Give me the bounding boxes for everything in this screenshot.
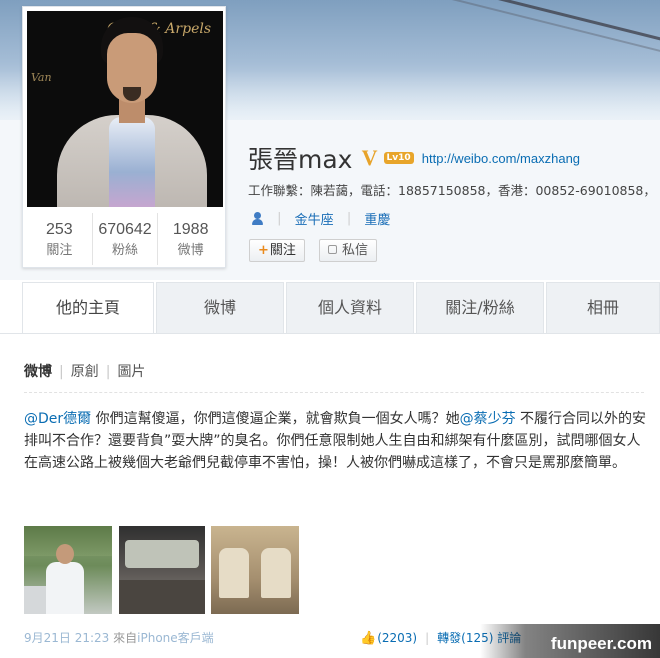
like-count: (2203): [377, 631, 418, 645]
avatar-sign-left: Van: [31, 71, 52, 84]
stats-bar: 253 關注 670642 粉絲 1988 微博: [27, 213, 223, 265]
stat-posts[interactable]: 1988 微博: [157, 213, 223, 265]
feed-content: 微博 | 原創 | 圖片 @Der德爾 你們這幫傻逼，你們這傻逼企業，就會欺負一個女人嗎…: [0, 333, 660, 658]
filter-divider-line: [24, 392, 644, 393]
source-link[interactable]: iPhone客戶端: [137, 631, 214, 645]
photo-person-body: [46, 562, 84, 614]
filter-divider: |: [59, 364, 64, 380]
level-badge[interactable]: Lv10: [383, 152, 414, 164]
filter-divider: |: [105, 364, 111, 380]
page: Cleef & Arpels Van 253 關注 670642 粉絲 1988…: [0, 0, 660, 658]
avatar-shirt: [109, 117, 155, 207]
message-button[interactable]: 私信: [319, 239, 378, 262]
photo-dashboard: [119, 580, 205, 614]
profile-name-row: 張晉max V Lv10 http://weibo.com/maxzhang: [248, 140, 580, 176]
filter-original[interactable]: 原創: [71, 364, 99, 380]
post-photo-1[interactable]: [24, 526, 112, 614]
stat-label: 微博: [177, 243, 204, 258]
banner-streak: [349, 0, 660, 65]
user-name: 張晉max: [248, 145, 353, 174]
person-icon: [251, 211, 264, 226]
profile-card: Cleef & Arpels Van 253 關注 670642 粉絲 1988…: [22, 6, 226, 268]
source-prefix: 來自: [113, 631, 138, 645]
mention-link[interactable]: @Der德爾: [24, 411, 91, 427]
stat-value: 670642: [98, 221, 152, 238]
stat-followers[interactable]: 670642 粉絲: [91, 213, 158, 265]
tab-follows[interactable]: 關注/粉絲: [416, 282, 544, 334]
message-icon: [328, 245, 337, 254]
filter-images[interactable]: 圖片: [117, 364, 145, 380]
post-text-part: 你們這幫傻逼，你們這傻逼企業，就會欺負一個女人嗎？她: [91, 411, 460, 427]
like-button[interactable]: 👍(2203): [360, 631, 418, 646]
post-timestamp[interactable]: 9月21日 21:23: [24, 631, 109, 645]
photo-person-head: [56, 544, 74, 564]
stat-following[interactable]: 253 關注: [27, 213, 92, 265]
profile-url-link[interactable]: http://weibo.com/maxzhang: [422, 151, 580, 166]
stat-value: 1988: [172, 221, 209, 238]
verified-icon[interactable]: V: [362, 145, 378, 171]
stat-label: 關注: [46, 243, 73, 258]
follow-button[interactable]: +關注: [249, 239, 305, 262]
avatar[interactable]: Cleef & Arpels Van: [27, 11, 223, 207]
tag-zodiac[interactable]: 金牛座: [295, 213, 334, 228]
profile-tags: | 金牛座 | 重慶: [248, 209, 390, 229]
tab-profile[interactable]: 個人資料: [286, 282, 414, 334]
tag-divider: |: [346, 211, 352, 226]
mention-link[interactable]: @蔡少芬: [460, 411, 516, 427]
watermark-text: funpeer.com: [550, 634, 652, 653]
tab-home[interactable]: 他的主頁: [22, 282, 154, 334]
photo-seat-right: [261, 548, 291, 598]
contact-info: 工作聯繫：陳若藹，電話：18857150858，香港：00852-6901085…: [248, 183, 656, 198]
filter-weibo[interactable]: 微博: [24, 364, 52, 380]
stat-value: 253: [45, 221, 73, 238]
tag-divider: |: [277, 211, 282, 226]
post-text: @Der德爾 你們這幫傻逼，你們這傻逼企業，就會欺負一個女人嗎？她@蔡少芬 不履…: [24, 408, 650, 474]
profile-tabs: 他的主頁 微博 個人資料 關注/粉絲 相冊: [22, 282, 660, 334]
post-photo-2[interactable]: [119, 526, 205, 614]
post-meta: 9月21日 21:23 來自iPhone客戶端: [24, 629, 214, 646]
photo-windshield: [125, 540, 199, 568]
action-divider: |: [425, 631, 430, 645]
feed-filter: 微博 | 原創 | 圖片: [24, 361, 145, 381]
post-photo-3[interactable]: [211, 526, 299, 614]
stat-label: 粉絲: [112, 243, 139, 258]
tag-location[interactable]: 重慶: [364, 213, 390, 228]
tab-weibo[interactable]: 微博: [156, 282, 284, 334]
follow-button-label: 關注: [269, 243, 296, 258]
tab-album[interactable]: 相冊: [546, 282, 660, 334]
thumbs-up-icon: 👍: [360, 631, 377, 646]
plus-icon: +: [258, 243, 269, 258]
photo-seat-left: [219, 548, 249, 598]
message-button-label: 私信: [342, 243, 369, 258]
